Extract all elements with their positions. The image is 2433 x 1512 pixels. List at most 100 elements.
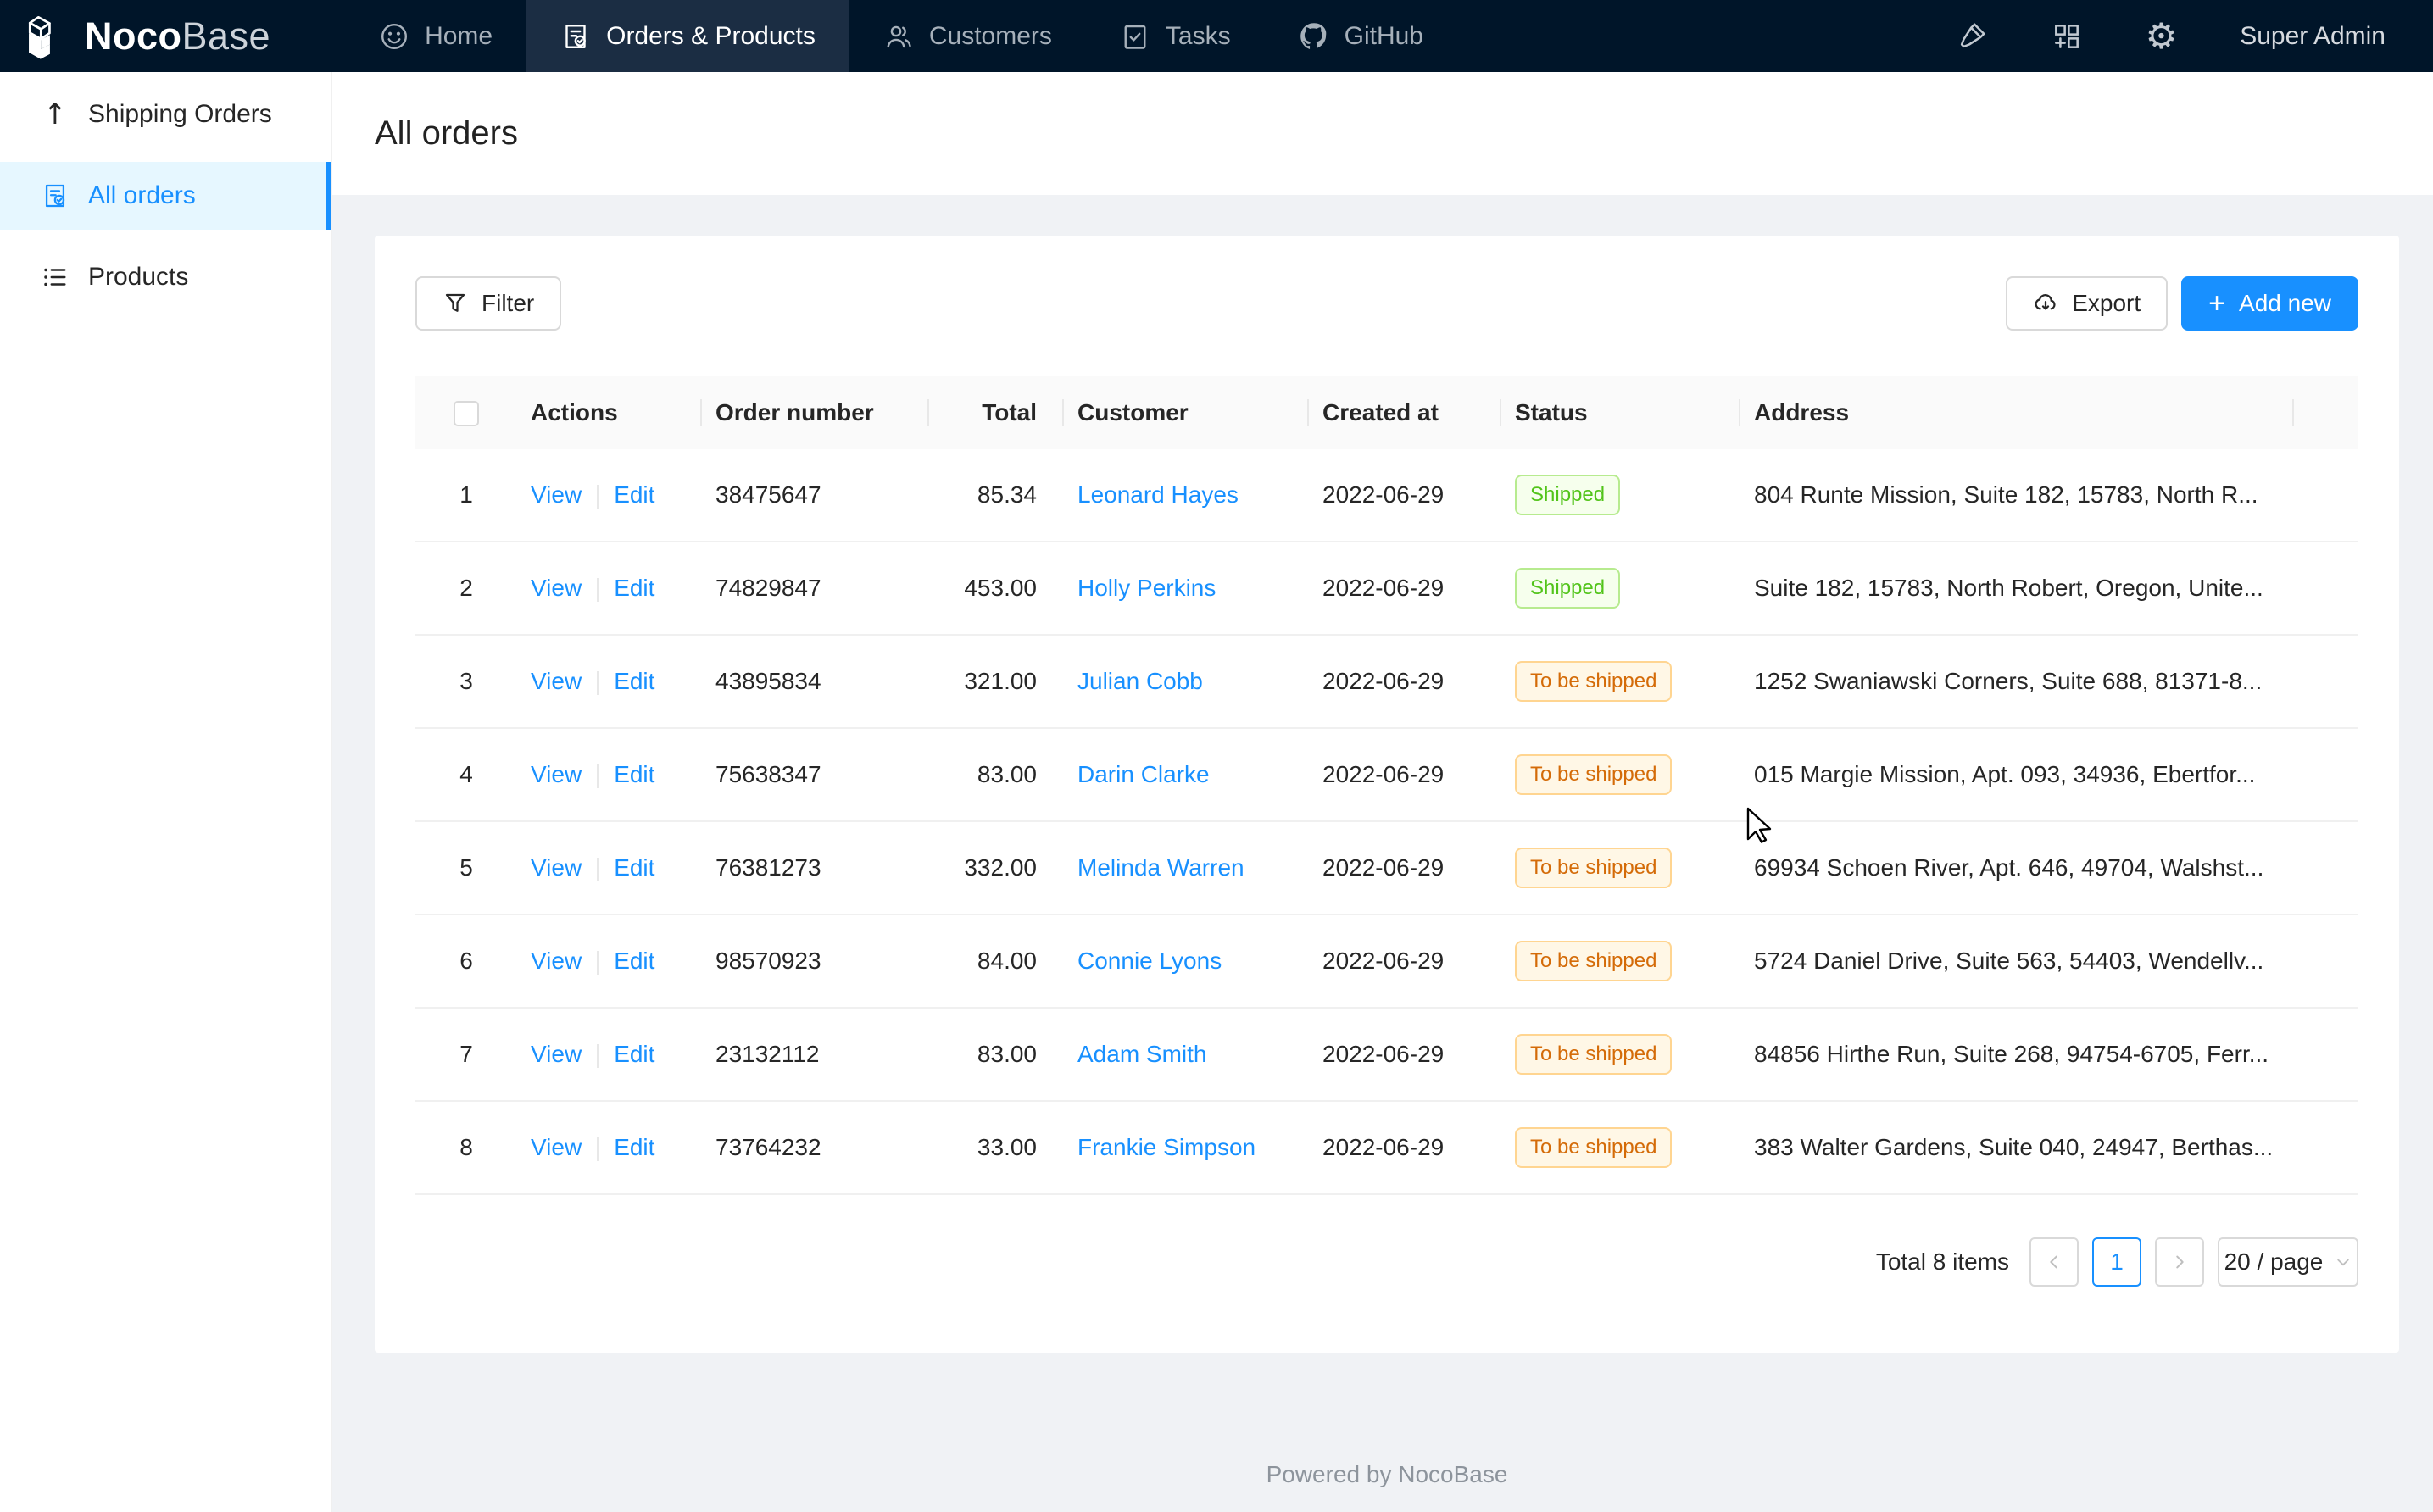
table-body: 1 ViewEdit 38475647 85.34 Leonard Hayes … [415,449,2358,1195]
created-at-cell: 2022-06-29 [1309,1041,1501,1068]
select-all-checkbox[interactable] [454,401,479,426]
sidebar-item-label: All orders [88,181,196,210]
created-at-cell: 2022-06-29 [1309,1134,1501,1161]
header-created-at: Created at [1309,399,1501,426]
filter-icon [443,291,468,316]
address-cell: 1252 Swaniawski Corners, Suite 688, 8137… [1740,668,2294,695]
address-cell: 015 Margie Mission, Apt. 093, 34936, Ebe… [1740,761,2294,788]
nav-item-github[interactable]: GitHub [1265,0,1457,72]
status-cell: To be shipped [1501,941,1740,981]
address-cell: 84856 Hirthe Run, Suite 268, 94754-6705,… [1740,1041,2294,1068]
gear-icon[interactable]: ⚙ [2146,19,2178,54]
view-link[interactable]: View [531,948,582,974]
brand-logo[interactable]: NocoBase [24,0,304,72]
order-number-cell: 74829847 [702,575,929,602]
edit-link[interactable]: Edit [614,854,654,881]
nav-item-customers[interactable]: Customers [849,0,1086,72]
total-cell: 84.00 [929,948,1064,975]
customer-link[interactable]: Frankie Simpson [1077,1134,1255,1160]
status-badge: Shipped [1515,475,1620,515]
customer-link[interactable]: Leonard Hayes [1077,481,1239,508]
view-link[interactable]: View [531,854,582,881]
view-link[interactable]: View [531,1134,582,1160]
actions-cell: View Edit [517,481,702,509]
plugin-blocks-icon[interactable] [2051,20,2083,53]
table-row: 1 ViewEdit 38475647 85.34 Leonard Hayes … [415,449,2358,542]
status-cell: To be shipped [1501,848,1740,888]
sidebar: ↑ Shipping Orders All orders Products [0,72,332,1512]
edit-link[interactable]: Edit [614,761,654,787]
row-index: 3 [415,668,517,695]
view-link[interactable]: View [531,1041,582,1067]
toolbar-right: Export + Add new [2006,276,2358,331]
next-page-button[interactable] [2155,1237,2204,1287]
customer-cell: Julian Cobb [1064,668,1309,695]
table-header-row: Actions Order number Total Customer Crea… [415,376,2358,449]
list-icon [41,263,70,292]
edit-link[interactable]: Edit [614,948,654,974]
prev-page-button[interactable] [2029,1237,2079,1287]
nav-item-label: Tasks [1166,22,1231,51]
nav-item-tasks[interactable]: Tasks [1086,0,1265,72]
total-cell: 83.00 [929,1041,1064,1068]
customer-link[interactable]: Darin Clarke [1077,761,1210,787]
customer-link[interactable]: Melinda Warren [1077,854,1244,881]
created-at-cell: 2022-06-29 [1309,481,1501,509]
status-badge: To be shipped [1515,754,1672,795]
highlighter-icon[interactable] [1956,20,1988,53]
sidebar-item-shipping-orders[interactable]: ↑ Shipping Orders [0,81,331,148]
page-size-select[interactable]: 20 / page [2218,1237,2358,1287]
action-divider [597,485,599,509]
status-badge: To be shipped [1515,941,1672,981]
page-1-button[interactable]: 1 [2092,1237,2141,1287]
nav-item-label: Orders & Products [606,22,816,51]
status-cell: To be shipped [1501,1034,1740,1075]
edit-link[interactable]: Edit [614,668,654,694]
cloud-download-icon [2033,291,2058,316]
customer-link[interactable]: Julian Cobb [1077,668,1203,694]
header-status: Status [1501,399,1740,426]
sidebar-item-all-orders[interactable]: All orders [0,162,331,230]
actions-cell: View Edit [517,668,702,695]
nocobase-logo-icon [24,12,73,61]
view-link[interactable]: View [531,761,582,787]
nav-item-orders-products[interactable]: Orders & Products [526,0,849,72]
content: Filter Export + [332,195,2433,1488]
action-divider [597,578,599,602]
sidebar-item-products[interactable]: Products [0,243,331,311]
row-index: 7 [415,1041,517,1068]
customer-link[interactable]: Adam Smith [1077,1041,1207,1067]
edit-link[interactable]: Edit [614,1134,654,1160]
view-link[interactable]: View [531,575,582,601]
user-menu[interactable]: Super Admin [2240,22,2386,51]
page-header: All orders [332,72,2433,195]
address-cell: 69934 Schoen River, Apt. 646, 49704, Wal… [1740,854,2294,881]
customer-link[interactable]: Connie Lyons [1077,948,1222,974]
view-link[interactable]: View [531,481,582,508]
edit-link[interactable]: Edit [614,481,654,508]
order-doc-icon [41,181,70,210]
order-number-cell: 98570923 [702,948,929,975]
customer-cell: Holly Perkins [1064,575,1309,602]
edit-link[interactable]: Edit [614,575,654,601]
filter-button[interactable]: Filter [415,276,561,331]
nav-item-home[interactable]: Home [345,0,526,72]
status-badge: To be shipped [1515,661,1672,702]
status-badge: Shipped [1515,568,1620,609]
table-row: 4 ViewEdit 75638347 83.00 Darin Clarke 2… [415,729,2358,822]
view-link[interactable]: View [531,668,582,694]
table-row: 8 ViewEdit 73764232 33.00 Frankie Simpso… [415,1102,2358,1195]
created-at-cell: 2022-06-29 [1309,575,1501,602]
customer-link[interactable]: Holly Perkins [1077,575,1216,601]
top-navigation: NocoBase Home Orders & Produ [0,0,2433,72]
address-cell: 804 Runte Mission, Suite 182, 15783, Nor… [1740,481,2294,509]
chevron-right-icon [2170,1253,2189,1271]
order-number-cell: 23132112 [702,1041,929,1068]
customer-cell: Frankie Simpson [1064,1134,1309,1161]
order-number-cell: 75638347 [702,761,929,788]
tasks-icon [1120,21,1150,52]
add-new-button[interactable]: + Add new [2181,276,2358,331]
export-button[interactable]: Export [2006,276,2168,331]
order-number-cell: 38475647 [702,481,929,509]
edit-link[interactable]: Edit [614,1041,654,1067]
